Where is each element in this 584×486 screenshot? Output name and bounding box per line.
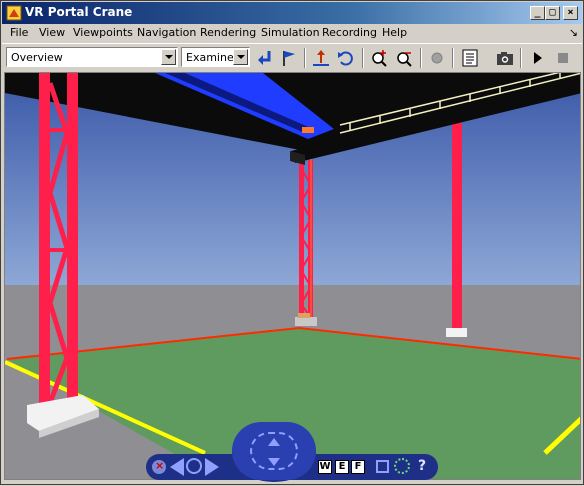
help-label: ? <box>417 458 427 474</box>
zoom-in-icon[interactable] <box>368 47 390 69</box>
headlight-toggle-icon[interactable] <box>394 458 410 474</box>
toolbar-separator <box>520 48 522 68</box>
menu-view[interactable]: View <box>39 26 65 39</box>
toolbar-separator <box>362 48 364 68</box>
navigation-mode-select[interactable]: Examine <box>181 47 250 67</box>
examine-mode-label: E <box>338 461 346 472</box>
toolbar-separator <box>452 48 454 68</box>
create-viewpoint-flag-icon[interactable] <box>278 47 300 69</box>
navigation-panel[interactable]: × W E F ? <box>144 418 440 482</box>
move-back-arrow-icon[interactable] <box>268 458 280 466</box>
minimize-button[interactable]: _ <box>530 6 545 20</box>
menu-recording[interactable]: Recording <box>322 26 377 39</box>
previous-viewpoint-icon[interactable] <box>170 458 184 476</box>
viewpoint-select-value: Overview <box>11 51 63 64</box>
start-simulation-icon[interactable] <box>526 47 548 69</box>
fly-mode-label: F <box>354 461 362 472</box>
undo-move-icon[interactable] <box>335 47 357 69</box>
snapshot-camera-icon[interactable] <box>494 47 516 69</box>
viewpoint-select[interactable]: Overview <box>6 47 178 67</box>
app-window: VR Portal Crane _ □ × File View Viewpoin… <box>0 0 584 485</box>
viewpoint-dropdown-arrow-icon[interactable] <box>161 49 176 65</box>
toolbar-separator <box>304 48 306 68</box>
menu-viewpoints[interactable]: Viewpoints <box>73 26 133 39</box>
view-settings-icon[interactable] <box>459 47 481 69</box>
window-title: VR Portal Crane <box>25 5 133 19</box>
stop-simulation-icon[interactable] <box>552 47 574 69</box>
menu-navigation[interactable]: Navigation <box>137 26 196 39</box>
menu-simulation[interactable]: Simulation <box>261 26 320 39</box>
title-bar[interactable]: VR Portal Crane _ □ × <box>2 2 582 24</box>
hoist-hook <box>302 127 314 133</box>
move-forward-arrow-icon[interactable] <box>268 438 280 446</box>
toolbar-separator <box>420 48 422 68</box>
help-icon[interactable]: ? <box>414 458 430 474</box>
walk-mode-button[interactable]: W <box>318 460 332 474</box>
close-button[interactable]: × <box>563 6 578 20</box>
straighten-up-icon[interactable] <box>310 47 332 69</box>
menu-help[interactable]: Help <box>382 26 407 39</box>
menu-rendering[interactable]: Rendering <box>200 26 256 39</box>
navigation-wheel[interactable] <box>232 422 316 480</box>
next-viewpoint-icon[interactable] <box>205 458 219 476</box>
navigation-mode-value: Examine <box>186 51 234 64</box>
menu-dock-arrow-icon[interactable]: ↘ <box>569 26 578 39</box>
examine-mode-button[interactable]: E <box>335 460 349 474</box>
toolbar: Overview Examine <box>2 43 582 71</box>
close-panel-icon[interactable]: × <box>152 459 166 474</box>
maximize-button[interactable]: □ <box>545 6 560 20</box>
fly-mode-button[interactable]: F <box>351 460 365 474</box>
menu-bar: File View Viewpoints Navigation Renderin… <box>2 24 582 43</box>
fit-view-icon[interactable] <box>376 460 389 473</box>
walk-mode-label: W <box>319 461 331 472</box>
menu-file[interactable]: File <box>10 26 28 39</box>
headlight-icon[interactable] <box>426 47 448 69</box>
navigation-mode-dropdown-arrow-icon[interactable] <box>233 49 248 65</box>
simulink-3d-icon <box>6 5 22 21</box>
return-to-viewpoint-icon[interactable] <box>254 47 276 69</box>
zoom-out-icon[interactable] <box>393 47 415 69</box>
go-to-default-viewpoint-icon[interactable] <box>186 458 202 474</box>
